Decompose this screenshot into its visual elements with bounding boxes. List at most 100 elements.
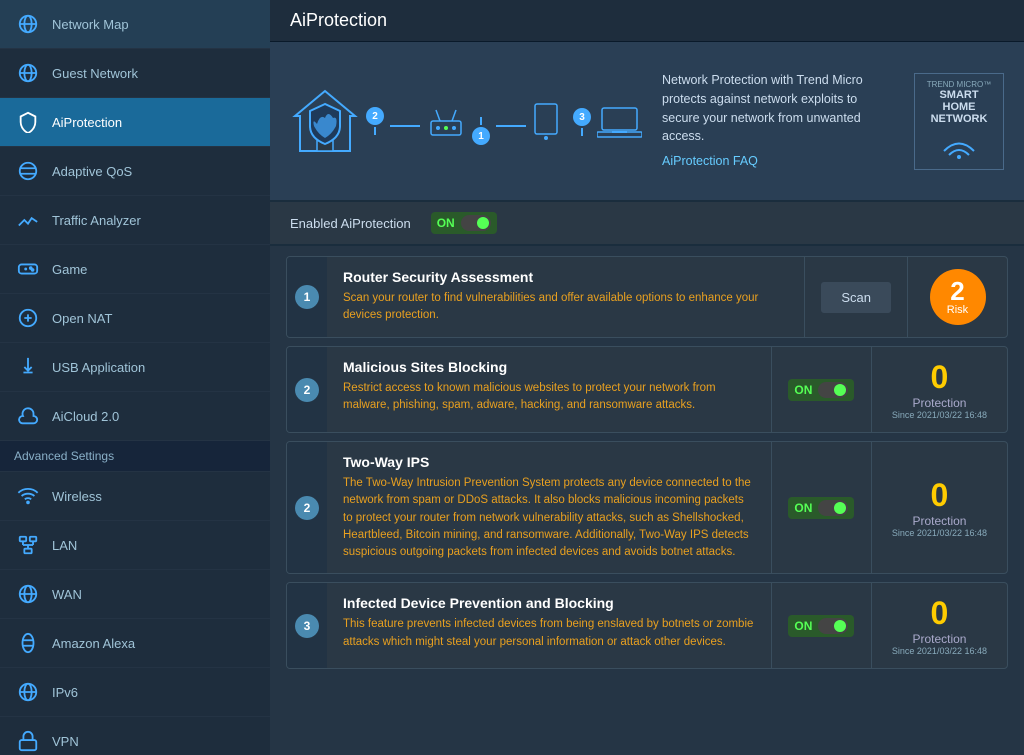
- globe-icon: [14, 10, 42, 38]
- card-title-3: Two-Way IPS: [343, 454, 755, 470]
- line-2: [496, 125, 526, 127]
- advanced-settings-header: Advanced Settings: [0, 441, 270, 472]
- sidebar-item-open-nat[interactable]: Open NAT: [0, 294, 270, 343]
- card-title-4: Infected Device Prevention and Blocking: [343, 595, 755, 611]
- stat-number-2: 0: [931, 359, 949, 396]
- house-shield-graphic: [290, 86, 360, 156]
- card-body-4: Infected Device Prevention and Blocking …: [327, 583, 771, 668]
- card-number-2a: 2: [287, 347, 327, 432]
- toggle-on-text-3: ON: [794, 501, 812, 515]
- malicious-toggle-action: ON: [771, 347, 871, 432]
- risk-badge: 2 Risk: [930, 269, 986, 325]
- aiprotection-faq-link[interactable]: AiProtection FAQ: [662, 154, 758, 168]
- connection-step-1: 1: [472, 117, 490, 145]
- shield-icon: [14, 108, 42, 136]
- laptop-graphic: [597, 104, 642, 147]
- scan-button[interactable]: Scan: [821, 282, 891, 313]
- wifi-icon: [14, 482, 42, 510]
- card-desc-4: This feature prevents infected devices f…: [343, 616, 755, 651]
- aiprotection-toggle[interactable]: ON: [431, 212, 497, 234]
- infected-device-toggle[interactable]: ON: [788, 615, 854, 637]
- sidebar-item-usb-application[interactable]: USB Application: [0, 343, 270, 392]
- stat-since-2: Since 2021/03/22 16:48: [892, 410, 987, 420]
- sidebar-item-label: Open NAT: [52, 311, 112, 326]
- chart-icon: [14, 206, 42, 234]
- malicious-sites-toggle[interactable]: ON: [788, 379, 854, 401]
- stat-since-3: Since 2021/03/22 16:48: [892, 528, 987, 538]
- game-icon: [14, 255, 42, 283]
- vpn-icon: [14, 727, 42, 755]
- sidebar-item-label: USB Application: [52, 360, 145, 375]
- hero-illustration: 2 1: [290, 86, 642, 156]
- card-title-2: Malicious Sites Blocking: [343, 359, 755, 375]
- hero-banner: 2 1: [270, 42, 1024, 202]
- sidebar-item-amazon-alexa[interactable]: Amazon Alexa: [0, 619, 270, 668]
- stat-label-3: Protection: [912, 514, 966, 528]
- two-way-ips-card: 2 Two-Way IPS The Two-Way Intrusion Prev…: [286, 441, 1008, 574]
- features-list: 1 Router Security Assessment Scan your r…: [270, 246, 1024, 679]
- sidebar-item-ipv6[interactable]: IPv6: [0, 668, 270, 717]
- sidebar-item-label: VPN: [52, 734, 79, 749]
- sidebar-item-traffic-analyzer[interactable]: Traffic Analyzer: [0, 196, 270, 245]
- card-number-3: 3: [287, 583, 327, 668]
- router-security-card: 1 Router Security Assessment Scan your r…: [286, 256, 1008, 338]
- sidebar-item-vpn[interactable]: VPN: [0, 717, 270, 755]
- enable-label: Enabled AiProtection: [290, 216, 411, 231]
- sidebar-item-wan[interactable]: WAN: [0, 570, 270, 619]
- card-title-1: Router Security Assessment: [343, 269, 788, 285]
- malicious-sites-card: 2 Malicious Sites Blocking Restrict acce…: [286, 346, 1008, 433]
- sidebar-item-network-map[interactable]: Network Map: [0, 0, 270, 49]
- toggle-slider-4: [818, 618, 848, 634]
- card-body-2: Malicious Sites Blocking Restrict access…: [327, 347, 771, 432]
- sidebar-item-adaptive-qos[interactable]: Adaptive QoS: [0, 147, 270, 196]
- sidebar-item-label: Game: [52, 262, 87, 277]
- sidebar-item-game[interactable]: Game: [0, 245, 270, 294]
- sidebar-item-aicloud[interactable]: AiCloud 2.0: [0, 392, 270, 441]
- stat-number-3: 0: [931, 477, 949, 514]
- network-icon: [14, 304, 42, 332]
- sidebar-item-wireless[interactable]: Wireless: [0, 472, 270, 521]
- sidebar-item-label: IPv6: [52, 685, 78, 700]
- card-stats-2: 0 Protection Since 2021/03/22 16:48: [871, 347, 1007, 432]
- card-number-1: 1: [287, 257, 327, 337]
- sidebar-item-guest-network[interactable]: Guest Network: [0, 49, 270, 98]
- card-desc-3: The Two-Way Intrusion Prevention System …: [343, 475, 755, 561]
- stat-label-4: Protection: [912, 632, 966, 646]
- sidebar-item-label: AiCloud 2.0: [52, 409, 119, 424]
- sidebar-item-label: Adaptive QoS: [52, 164, 132, 179]
- sidebar: Network Map Guest Network AiProtection A…: [0, 0, 270, 755]
- infected-device-toggle-action: ON: [771, 583, 871, 668]
- toggle-slider-2: [818, 382, 848, 398]
- toggle-slider-3: [818, 500, 848, 516]
- sidebar-item-aiprotection[interactable]: AiProtection: [0, 98, 270, 147]
- cloud-icon: [14, 402, 42, 430]
- card-body-1: Router Security Assessment Scan your rou…: [327, 257, 804, 337]
- connection-step-3: 3: [573, 108, 591, 136]
- lan-icon: [14, 531, 42, 559]
- sliders-icon: [14, 157, 42, 185]
- connection-step-2: 2: [366, 107, 384, 135]
- sidebar-item-label: Amazon Alexa: [52, 636, 135, 651]
- wan-globe-icon: [14, 580, 42, 608]
- page-title: AiProtection: [270, 0, 1024, 42]
- sidebar-item-label: Guest Network: [52, 66, 138, 81]
- enable-aiprotection-row: Enabled AiProtection ON: [270, 202, 1024, 246]
- card-body-3: Two-Way IPS The Two-Way Intrusion Preven…: [327, 442, 771, 573]
- sidebar-item-label: WAN: [52, 587, 82, 602]
- hero-description: Network Protection with Trend Micro prot…: [662, 71, 894, 171]
- sidebar-item-lan[interactable]: LAN: [0, 521, 270, 570]
- card-desc-2: Restrict access to known malicious websi…: [343, 380, 755, 415]
- stat-number-4: 0: [931, 595, 949, 632]
- toggle-on-text-2: ON: [794, 383, 812, 397]
- sidebar-item-label: Traffic Analyzer: [52, 213, 141, 228]
- toggle-on-text-4: ON: [794, 619, 812, 633]
- sidebar-item-label: LAN: [52, 538, 77, 553]
- card-desc-1: Scan your router to find vulnerabilities…: [343, 290, 788, 325]
- card-stats-1: 2 Risk: [907, 257, 1007, 337]
- router-graphic: [426, 106, 466, 146]
- trend-micro-logo: TREND MICRO™ SMART HOME NETWORK: [914, 73, 1004, 170]
- two-way-ips-toggle[interactable]: ON: [788, 497, 854, 519]
- tablet-graphic: [532, 102, 567, 149]
- ipv6-icon: [14, 678, 42, 706]
- sidebar-item-label: AiProtection: [52, 115, 122, 130]
